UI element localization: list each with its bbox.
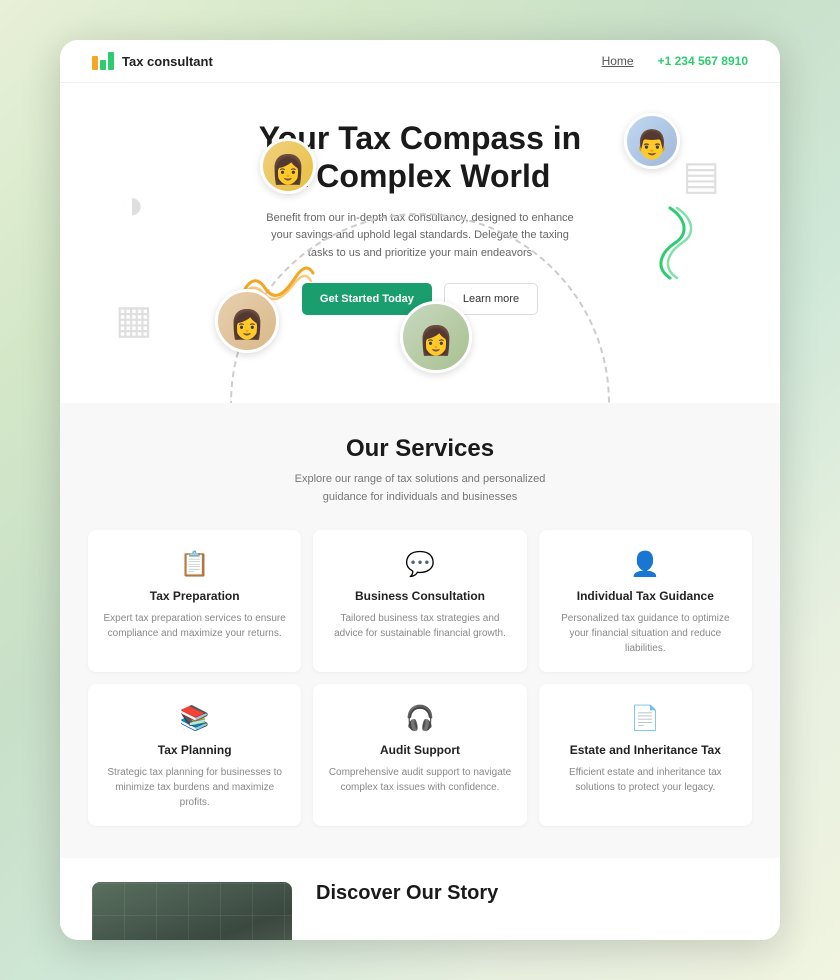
service-card-individual-tax: 👤 Individual Tax Guidance Personalized t… (539, 530, 752, 672)
home-link[interactable]: Home (602, 54, 634, 68)
tax-preparation-icon: 📋 (102, 550, 287, 579)
document-deco-icon: ▤ (682, 153, 720, 199)
service-desc-estate-tax: Efficient estate and inheritance tax sol… (553, 765, 738, 795)
service-title-individual-tax: Individual Tax Guidance (553, 589, 738, 603)
service-card-business-consultation: 💬 Business Consultation Tailored busines… (313, 530, 526, 672)
service-title-tax-planning: Tax Planning (102, 743, 287, 757)
pie-chart-deco-icon: ◑ (120, 183, 144, 228)
service-title-tax-preparation: Tax Preparation (102, 589, 287, 603)
business-consultation-icon: 💬 (327, 550, 512, 579)
service-desc-tax-planning: Strategic tax planning for businesses to… (102, 765, 287, 810)
person-icon-1: 👩 (271, 156, 306, 184)
service-desc-individual-tax: Personalized tax guidance to optimize yo… (553, 611, 738, 656)
service-desc-business-consultation: Tailored business tax strategies and adv… (327, 611, 512, 641)
service-title-business-consultation: Business Consultation (327, 589, 512, 603)
hero-subtitle: Benefit from our in-depth tax consultanc… (260, 210, 580, 263)
individual-tax-icon: 👤 (553, 550, 738, 579)
hero-section: Your Tax Compass in a Complex World Bene… (60, 83, 780, 403)
avatar-top-left: 👩 (260, 138, 316, 194)
logo: Tax consultant (92, 52, 213, 70)
service-card-audit-support: 🎧 Audit Support Comprehensive audit supp… (313, 684, 526, 826)
logo-text: Tax consultant (122, 54, 213, 69)
squiggle-right-icon (635, 203, 705, 283)
services-grid: 📋 Tax Preparation Expert tax preparation… (88, 530, 752, 826)
tax-planning-icon: 📚 (102, 704, 287, 733)
logo-bar-3 (108, 52, 114, 70)
discover-grid-overlay (92, 882, 292, 940)
discover-img-bg (92, 882, 292, 940)
services-section: Our Services Explore our range of tax so… (60, 403, 780, 858)
person-icon-3: 👩 (230, 311, 265, 339)
browser-window: Tax consultant Home +1 234 567 8910 Your… (60, 40, 780, 940)
service-desc-audit-support: Comprehensive audit support to navigate … (327, 765, 512, 795)
logo-bar-2 (100, 60, 106, 70)
navbar: Tax consultant Home +1 234 567 8910 (60, 40, 780, 83)
person-icon-2: 👨 (635, 131, 670, 159)
discover-text: Discover Our Story (316, 882, 498, 905)
person-icon-4: 👩 (419, 327, 454, 355)
logo-bar-1 (92, 56, 98, 70)
service-card-tax-planning: 📚 Tax Planning Strategic tax planning fo… (88, 684, 301, 826)
bar-chart-deco-icon: ▦ (115, 297, 153, 343)
service-title-audit-support: Audit Support (327, 743, 512, 757)
service-title-estate-tax: Estate and Inheritance Tax (553, 743, 738, 757)
nav-links: Home +1 234 567 8910 (602, 54, 748, 68)
service-card-estate-tax: 📄 Estate and Inheritance Tax Efficient e… (539, 684, 752, 826)
services-heading: Our Services (88, 435, 752, 463)
phone-number[interactable]: +1 234 567 8910 (658, 54, 748, 68)
avatar-bottom-left: 👩 (215, 289, 279, 353)
discover-heading: Discover Our Story (316, 882, 498, 905)
discover-section: Discover Our Story (60, 858, 780, 940)
logo-icon (92, 52, 114, 70)
avatar-bottom-center: 👩 (400, 301, 472, 373)
avatar-top-right: 👨 (624, 113, 680, 169)
service-card-tax-preparation: 📋 Tax Preparation Expert tax preparation… (88, 530, 301, 672)
estate-tax-icon: 📄 (553, 704, 738, 733)
service-desc-tax-preparation: Expert tax preparation services to ensur… (102, 611, 287, 641)
discover-image (92, 882, 292, 940)
services-subtitle: Explore our range of tax solutions and p… (280, 471, 560, 506)
audit-support-icon: 🎧 (327, 704, 512, 733)
